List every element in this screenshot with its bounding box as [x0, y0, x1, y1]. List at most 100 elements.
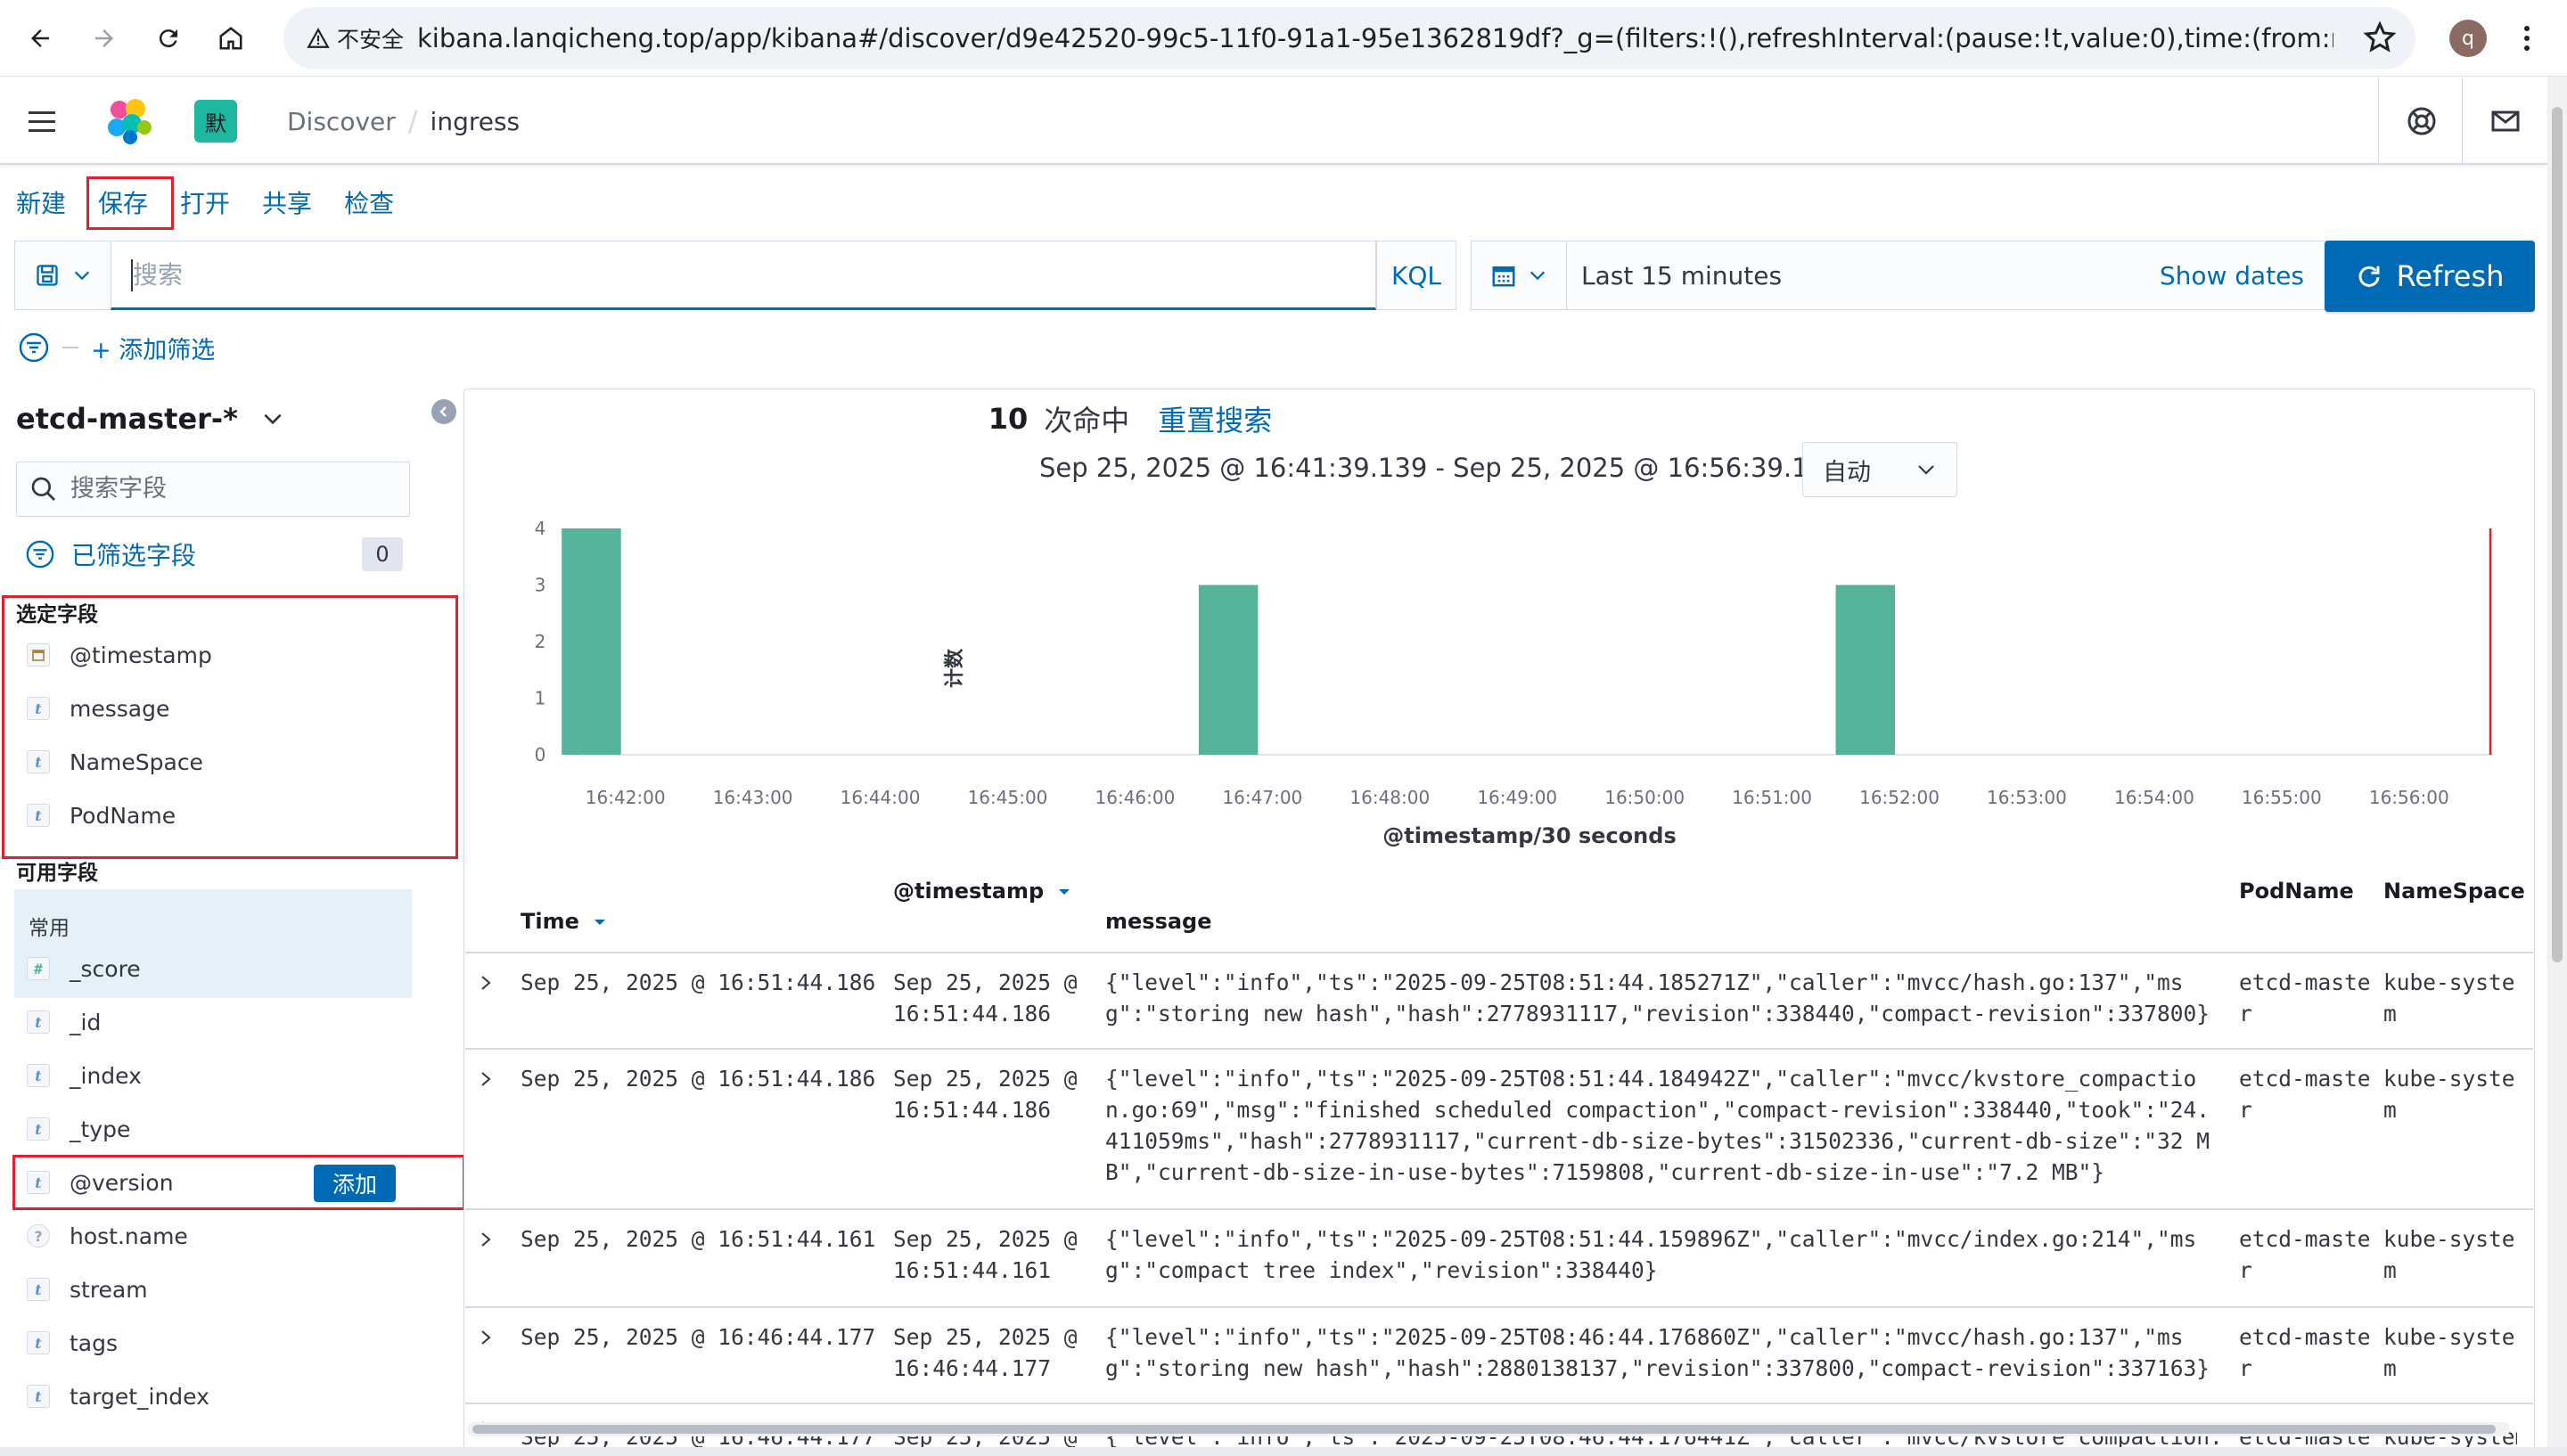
warning-triangle-icon: [307, 28, 330, 48]
field-row-id[interactable]: t _id: [27, 1001, 101, 1043]
date-range-field[interactable]: Last 15 minutes Show dates: [1567, 241, 2326, 310]
index-pattern-selector[interactable]: etcd-master-*: [16, 399, 284, 438]
field-name: _id: [70, 1009, 102, 1035]
string-type-icon: t: [27, 1064, 50, 1087]
index-pattern-name: etcd-master-*: [16, 402, 238, 436]
kibana-header: 默 Discover / ingress: [0, 78, 2547, 165]
breadcrumb-discover[interactable]: Discover: [287, 107, 396, 136]
breadcrumb: Discover / ingress: [287, 78, 520, 165]
field-row-type[interactable]: t _type: [27, 1108, 130, 1150]
x-tick-label: 16:43:00: [713, 787, 793, 808]
selected-fields-highlight-box: [2, 595, 458, 859]
show-dates-link[interactable]: Show dates: [2160, 241, 2304, 311]
field-name: target_index: [70, 1383, 209, 1410]
hits-count: 10: [988, 402, 1029, 436]
column-header-time[interactable]: Time: [521, 909, 606, 934]
cell-namespace: kube-system: [2383, 1066, 2515, 1123]
share-button[interactable]: 共享: [246, 184, 328, 220]
table-row-divider: [465, 1306, 2533, 1308]
profile-avatar[interactable]: q: [2449, 20, 2487, 57]
cell-timestamp: Sep 25, 2025 @ 16:51:44.186: [893, 1066, 1078, 1123]
x-tick-label: 16:51:00: [1732, 787, 1812, 808]
collapse-sidebar-icon[interactable]: [431, 399, 456, 424]
histogram-bar[interactable]: [1835, 585, 1896, 756]
field-search-input[interactable]: 搜索字段: [16, 462, 410, 517]
vertical-scrollbar-thumb[interactable]: [2552, 107, 2563, 962]
table-header-divider: [465, 952, 2533, 953]
y-axis-ticks: 0 1 2 3 4: [535, 518, 546, 765]
new-button[interactable]: 新建: [0, 184, 82, 220]
interval-value: 自动: [1823, 458, 1871, 487]
histogram-bar[interactable]: [1198, 585, 1259, 756]
space-avatar[interactable]: 默: [194, 100, 237, 143]
filter-options-icon[interactable]: [18, 331, 50, 364]
y-tick-label: 0: [535, 744, 546, 765]
x-tick-label: 16:44:00: [841, 787, 921, 808]
y-tick-label: 3: [535, 575, 546, 596]
field-row-host-name[interactable]: ? host.name: [27, 1215, 188, 1257]
inspect-button[interactable]: 检查: [328, 184, 410, 220]
search-placeholder: 搜索: [133, 260, 184, 290]
cell-timestamp: Sep 25, 2025 @ 16:46:44.177: [893, 1324, 1078, 1381]
field-row-target-index[interactable]: t target_index: [27, 1375, 209, 1418]
browser-toolbar: 不安全 kibana.lanqicheng.top/app/kibana#/di…: [0, 0, 2567, 77]
reload-icon[interactable]: [150, 20, 187, 57]
histogram-chart[interactable]: 01234 16:42:00 16:43:00 16:44:00 16:45:00 16…: [463, 499, 2535, 855]
expand-row-chevron-icon[interactable]: [472, 1066, 499, 1092]
home-icon[interactable]: [212, 20, 250, 57]
expand-row-chevron-icon[interactable]: [472, 1324, 499, 1351]
x-tick-label: 16:47:00: [1222, 787, 1302, 808]
time-range-text: Sep 25, 2025 @ 16:41:39.139 - Sep 25, 20…: [1039, 453, 1875, 483]
x-tick-label: 16:49:00: [1477, 787, 1557, 808]
security-chip[interactable]: 不安全: [296, 18, 414, 59]
saved-query-button[interactable]: [14, 241, 111, 310]
column-header-timestamp[interactable]: @timestamp: [893, 879, 1070, 904]
cell-namespace: kube-system: [2383, 969, 2515, 1027]
field-row-tags[interactable]: t tags: [27, 1321, 118, 1364]
histogram-bar[interactable]: [562, 528, 621, 755]
forward-arrow-icon[interactable]: [86, 20, 123, 57]
browser-menu-icon[interactable]: [2514, 20, 2540, 57]
filter-icon: [26, 540, 54, 568]
field-name: host.name: [70, 1223, 188, 1249]
search-input[interactable]: 搜索: [111, 241, 1376, 310]
field-row-stream[interactable]: t stream: [27, 1268, 148, 1311]
expand-row-chevron-icon[interactable]: [472, 1226, 499, 1253]
cell-time: Sep 25, 2025 @ 16:51:44.186: [521, 1066, 876, 1092]
table-row-divider: [465, 1048, 2533, 1050]
url-text[interactable]: kibana.lanqicheng.top/app/kibana#/discov…: [417, 7, 2333, 70]
column-header-message[interactable]: message: [1105, 909, 1212, 934]
hamburger-menu-icon[interactable]: [20, 99, 64, 143]
back-arrow-icon[interactable]: [21, 20, 59, 57]
table-row-divider: [465, 1403, 2533, 1404]
open-button[interactable]: 打开: [164, 184, 246, 220]
field-row-score[interactable]: # _score: [27, 947, 141, 990]
x-tick-label: 16:46:00: [1095, 787, 1176, 808]
interval-select[interactable]: 自动: [1802, 442, 1957, 497]
newsfeed-mail-icon[interactable]: [2483, 99, 2528, 143]
filtered-fields-toggle[interactable]: 已筛选字段: [25, 536, 196, 572]
add-filter-button[interactable]: + 添加筛选: [91, 331, 215, 365]
refresh-button[interactable]: Refresh: [2325, 241, 2535, 312]
breadcrumb-separator: /: [407, 104, 418, 138]
bookmark-star-icon[interactable]: [2362, 20, 2398, 55]
chevron-down-icon: [1918, 465, 1934, 475]
quick-date-menu-button[interactable]: [1471, 241, 1567, 310]
field-row-index[interactable]: t _index: [27, 1054, 142, 1097]
top-nav-menu: 新建 保存 打开 共享 检查: [0, 166, 410, 239]
column-header-podname[interactable]: PodName: [2239, 879, 2354, 904]
elastic-logo-icon[interactable]: [105, 97, 153, 145]
expand-row-chevron-icon[interactable]: [472, 969, 499, 996]
cell-podname: etcd-master: [2239, 1324, 2371, 1381]
cell-timestamp: Sep 25, 2025 @ 16:51:44.186: [893, 969, 1078, 1027]
kql-toggle-button[interactable]: KQL: [1376, 241, 1456, 310]
number-type-icon: #: [27, 957, 50, 980]
column-header-namespace[interactable]: NameSpace: [2383, 879, 2525, 904]
address-bar[interactable]: 不安全 kibana.lanqicheng.top/app/kibana#/di…: [283, 7, 2415, 70]
sort-down-icon[interactable]: [1058, 888, 1070, 896]
sort-down-icon[interactable]: [594, 918, 606, 927]
help-icon[interactable]: [2399, 99, 2444, 143]
x-axis-ticks: 16:42:00 16:43:00 16:44:00 16:45:00 16:46:00…: [586, 787, 2449, 808]
horizontal-scrollbar-thumb[interactable]: [472, 1425, 2496, 1434]
reset-search-link[interactable]: 重置搜索: [1158, 398, 1272, 439]
